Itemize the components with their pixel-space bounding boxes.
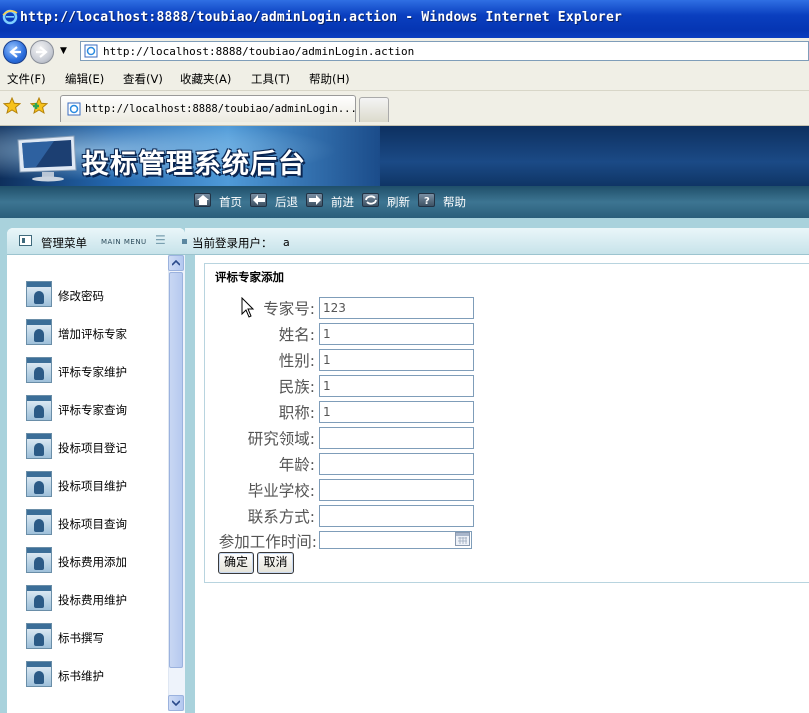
nav-forward[interactable]: 前进: [331, 194, 354, 210]
ethnicity-input[interactable]: 1: [319, 375, 474, 397]
chevron-up-icon: [172, 260, 180, 266]
sidebar-item-maintain-expert[interactable]: 评标专家维护: [26, 357, 166, 385]
add-favorite-icon[interactable]: [30, 97, 48, 115]
address-url: http://localhost:8888/toubiao/adminLogin…: [103, 45, 415, 58]
scrollbar-thumb[interactable]: [169, 272, 183, 668]
label-contact: 联系方式:: [247, 508, 315, 526]
user-bar: 当前登录用户： a: [182, 228, 809, 255]
sidebar-item-change-password[interactable]: 修改密码: [26, 281, 166, 309]
user-icon: [26, 509, 52, 535]
back-icon[interactable]: [250, 193, 267, 207]
label-research-field: 研究领域:: [247, 430, 315, 448]
menu-view[interactable]: 查看(V): [123, 71, 163, 87]
menu-favorites[interactable]: 收藏夹(A): [180, 71, 231, 87]
title-input[interactable]: 1: [319, 401, 474, 423]
age-input[interactable]: [319, 453, 474, 475]
tab-title: http://localhost:8888/toubiao/adminLogin…: [85, 103, 364, 115]
favorites-star-icon[interactable]: [3, 97, 21, 115]
history-dropdown-icon[interactable]: ▼: [60, 46, 67, 56]
sidebar-item-query-expert[interactable]: 评标专家查询: [26, 395, 166, 423]
new-tab-button[interactable]: [359, 97, 389, 122]
user-icon: [26, 395, 52, 421]
scroll-up-button[interactable]: [168, 255, 184, 271]
menu-panel-icon: [19, 235, 32, 246]
contact-input[interactable]: [319, 505, 474, 527]
sidebar-item-maintain-project[interactable]: 投标项目维护: [26, 471, 166, 499]
research-field-input[interactable]: [319, 427, 474, 449]
mouse-cursor-icon: [241, 297, 255, 318]
label-gender: 性别:: [278, 352, 315, 370]
form-title: 评标专家添加: [215, 270, 284, 284]
nav-home[interactable]: 首页: [219, 194, 242, 210]
nav-refresh[interactable]: 刷新: [387, 194, 410, 210]
sidebar-item-register-project[interactable]: 投标项目登记: [26, 433, 166, 461]
chevron-down-icon: [172, 700, 180, 706]
user-icon: [26, 357, 52, 383]
label-work-start-date: 参加工作时间:: [218, 533, 317, 551]
user-icon: [26, 471, 52, 497]
label-age: 年龄:: [278, 456, 315, 474]
address-field[interactable]: http://localhost:8888/toubiao/adminLogin…: [80, 41, 809, 61]
internet-explorer-icon: [2, 9, 18, 25]
confirm-button[interactable]: 确定: [218, 552, 254, 574]
help-icon[interactable]: ?: [418, 193, 435, 207]
back-arrow-icon: [9, 46, 21, 58]
sidebar-header: 管理菜单 MAIN MENU ☰: [7, 228, 185, 255]
user-icon: [26, 281, 52, 307]
user-icon: [26, 547, 52, 573]
sidebar-item-query-project[interactable]: 投标项目查询: [26, 509, 166, 537]
calendar-icon[interactable]: [455, 532, 470, 546]
back-button[interactable]: [3, 40, 27, 64]
sidebar-subtitle: MAIN MENU: [101, 238, 147, 246]
user-icon: [26, 319, 52, 345]
label-school: 毕业学校:: [247, 482, 315, 500]
sidebar-item-add-expert[interactable]: 增加评标专家: [26, 319, 166, 347]
page-icon: [67, 102, 81, 116]
menu-edit[interactable]: 编辑(E): [65, 71, 104, 87]
forward-arrow-icon: [36, 46, 48, 58]
name-input[interactable]: 1: [319, 323, 474, 345]
user-icon: [26, 585, 52, 611]
bullet-icon: [182, 239, 187, 244]
sidebar-item-write-bid[interactable]: 标书撰写: [26, 623, 166, 651]
sidebar-item-maintain-fee[interactable]: 投标费用维护: [26, 585, 166, 613]
current-user-name: a: [283, 236, 290, 249]
home-icon[interactable]: [194, 193, 211, 207]
nav-back[interactable]: 后退: [275, 194, 298, 210]
user-icon: [26, 623, 52, 649]
svg-text:?: ?: [424, 196, 430, 205]
page-icon: [84, 44, 98, 58]
label-ethnicity: 民族:: [278, 378, 315, 396]
forward-icon[interactable]: [306, 193, 323, 207]
banner-title: 投标管理系统后台: [82, 149, 306, 180]
window-title: http://localhost:8888/toubiao/adminLogin…: [20, 10, 622, 25]
sidebar-item-add-fee[interactable]: 投标费用添加: [26, 547, 166, 575]
cancel-button[interactable]: 取消: [257, 552, 294, 574]
label-title: 职称:: [278, 404, 315, 422]
monitor-icon: [17, 135, 77, 182]
expert-id-input[interactable]: 123: [319, 297, 474, 319]
list-icon: ☰: [155, 233, 166, 247]
window-title-bar: http://localhost:8888/toubiao/adminLogin…: [0, 0, 809, 38]
scroll-down-button[interactable]: [168, 695, 184, 711]
gender-input[interactable]: 1: [319, 349, 474, 371]
user-icon: [26, 661, 52, 687]
sidebar-title: 管理菜单: [41, 236, 87, 250]
nav-help[interactable]: 帮助: [443, 194, 466, 210]
menu-tools[interactable]: 工具(T): [251, 71, 290, 87]
forward-button[interactable]: [30, 40, 54, 64]
refresh-icon[interactable]: [362, 193, 379, 207]
sidebar-item-maintain-bid[interactable]: 标书维护: [26, 661, 166, 689]
label-name: 姓名:: [278, 326, 315, 344]
menu-bar: 文件(F) 编辑(E) 查看(V) 收藏夹(A) 工具(T) 帮助(H): [0, 66, 809, 91]
work-start-date-input[interactable]: [319, 531, 472, 549]
menu-file[interactable]: 文件(F): [7, 71, 46, 87]
menu-help[interactable]: 帮助(H): [309, 71, 350, 87]
user-icon: [26, 433, 52, 459]
current-user-label: 当前登录用户：: [192, 236, 273, 250]
school-input[interactable]: [319, 479, 474, 501]
tab-active[interactable]: http://localhost:8888/toubiao/adminLogin…: [60, 95, 363, 122]
